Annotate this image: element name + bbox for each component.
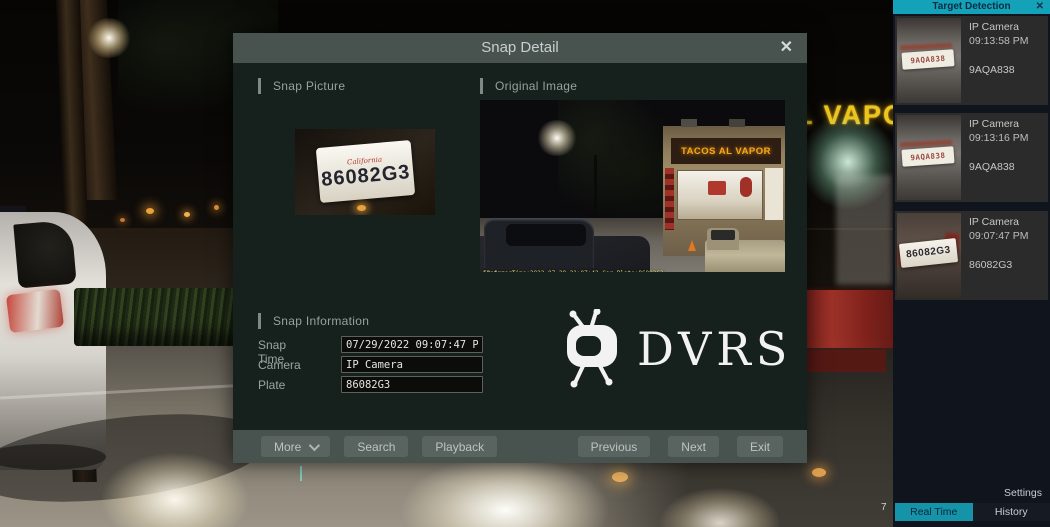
stand-side-window	[765, 168, 783, 220]
headlight-dot	[812, 468, 826, 477]
previous-button[interactable]: Previous	[578, 436, 651, 457]
tan-pickup	[705, 228, 785, 272]
settings-link[interactable]: Settings	[1004, 487, 1042, 499]
plate-number: 86082G3	[320, 161, 411, 191]
hedge	[74, 288, 246, 346]
dvrs-logo-text: DVRS	[637, 326, 792, 372]
detection-item[interactable]: 86082G3 IP Camera 09:07:47 PM 86082G3	[895, 211, 1048, 300]
footer-left-buttons: More Search Playback	[261, 436, 497, 457]
target-detection-panel: Target Detection ✕ 9AQA838 IP Camera 09:…	[893, 0, 1050, 527]
scene-trees	[558, 100, 673, 228]
pickup-window	[711, 230, 735, 240]
lit-shop-wall	[836, 175, 892, 285]
van-taillight	[6, 289, 64, 333]
next-button[interactable]: Next	[668, 436, 719, 457]
streetlight-glow	[86, 18, 132, 58]
original-image-section-label: Original Image	[480, 77, 577, 95]
detection-meta: IP Camera 09:13:16 PM 9AQA838	[963, 113, 1048, 202]
camera-field[interactable]	[341, 356, 483, 373]
tab-real-time[interactable]: Real Time	[895, 503, 973, 521]
snap-picture-image: California 86082G3	[295, 129, 435, 215]
window-red-item	[708, 181, 726, 195]
detection-item[interactable]: 9AQA838 IP Camera 09:13:16 PM 9AQA838	[895, 113, 1048, 202]
roof-unit	[729, 119, 745, 127]
traffic-cone	[688, 240, 696, 251]
playback-button[interactable]: Playback	[422, 436, 497, 457]
detection-time: 09:13:16 PM	[969, 132, 1042, 144]
detection-plate: 86082G3	[969, 259, 1012, 271]
dark-pickup-window	[506, 224, 586, 246]
detection-item[interactable]: 9AQA838 IP Camera 09:13:58 PM 9AQA838	[895, 16, 1048, 105]
dvrs-watermark: DVRS	[561, 309, 792, 389]
snap-picture-section-label: Snap Picture	[258, 77, 345, 95]
detection-thumbnail: 9AQA838	[897, 115, 961, 200]
detection-camera: IP Camera	[969, 21, 1042, 33]
taco-sign-text: TACOS AL VAPOR	[681, 146, 771, 157]
chevron-down-icon	[309, 439, 320, 450]
dark-pickup-cab	[484, 218, 594, 268]
dialog-footer: More Search Playback Previous Next Exit	[233, 430, 807, 463]
scene-streetlight	[536, 120, 578, 156]
thumb-plate: 9AQA838	[901, 49, 954, 70]
snap-time-field[interactable]	[341, 336, 483, 353]
light-dot	[357, 205, 366, 211]
detection-plate: 9AQA838	[969, 64, 1015, 76]
thumb-plate: 86082G3	[899, 238, 958, 268]
plate-field[interactable]	[341, 376, 483, 393]
dialog-title: Snap Detail	[233, 39, 807, 56]
taco-sign: TACOS AL VAPOR	[671, 138, 781, 164]
stand-red-column	[665, 168, 674, 230]
detection-thumbnail: 9AQA838	[897, 18, 961, 103]
tv-robot-icon	[561, 309, 623, 389]
dvr-screen: L VAPO 7 Snap Detail ✕ Snap Picture Orig…	[0, 0, 1050, 527]
detection-meta: IP Camera 09:13:58 PM 9AQA838	[963, 16, 1048, 105]
license-plate: California 86082G3	[316, 140, 415, 203]
distant-light	[214, 205, 219, 210]
panel-header: Target Detection ✕	[893, 0, 1050, 14]
pickup-cab	[707, 228, 739, 250]
close-icon[interactable]: ✕	[1036, 1, 1044, 12]
snap-detail-dialog: Snap Detail ✕ Snap Picture Original Imag…	[233, 33, 807, 463]
footer-right-buttons: Previous Next Exit	[578, 436, 783, 457]
shop-red-banner	[800, 290, 893, 348]
dark-pickup	[480, 218, 650, 272]
exit-button[interactable]: Exit	[737, 436, 783, 457]
section-accent-bar	[480, 78, 483, 94]
stand-window	[677, 170, 763, 220]
distant-light	[184, 212, 190, 217]
detection-camera: IP Camera	[969, 118, 1042, 130]
plate-label: Plate	[258, 378, 285, 392]
channel-number: 7	[881, 502, 887, 513]
headlight-dot	[612, 472, 628, 482]
light-streak	[300, 466, 302, 481]
detection-time: 09:07:47 PM	[969, 230, 1042, 242]
more-button[interactable]: More	[261, 436, 330, 457]
dialog-titlebar: Snap Detail ✕	[233, 33, 807, 63]
window-red-item	[740, 177, 752, 197]
original-image: TACOS AL VAPOR	[480, 100, 785, 272]
detection-plate: 9AQA838	[969, 161, 1015, 173]
detection-thumbnail: 86082G3	[897, 213, 961, 298]
detection-time: 09:13:58 PM	[969, 35, 1042, 47]
section-accent-bar	[258, 78, 261, 94]
panel-title: Target Detection	[893, 1, 1050, 12]
close-icon[interactable]: ✕	[780, 38, 793, 58]
osd-line2: Capture Time:2022-07-29 21:07:42 Car Pla…	[483, 270, 664, 272]
shop-red-lower	[806, 350, 886, 372]
detection-camera: IP Camera	[969, 216, 1042, 228]
distant-light	[120, 218, 125, 222]
camera-label: Camera	[258, 358, 301, 372]
detection-meta: IP Camera 09:07:47 PM 86082G3	[963, 211, 1048, 300]
panel-tabs: Real Time History	[895, 503, 1050, 521]
tab-history[interactable]: History	[973, 503, 1050, 521]
roof-unit	[681, 119, 697, 127]
search-button[interactable]: Search	[344, 436, 408, 457]
section-accent-bar	[258, 313, 261, 329]
snap-information-section-label: Snap Information	[258, 312, 369, 330]
distant-light	[146, 208, 154, 214]
thumb-plate: 9AQA838	[901, 146, 954, 167]
